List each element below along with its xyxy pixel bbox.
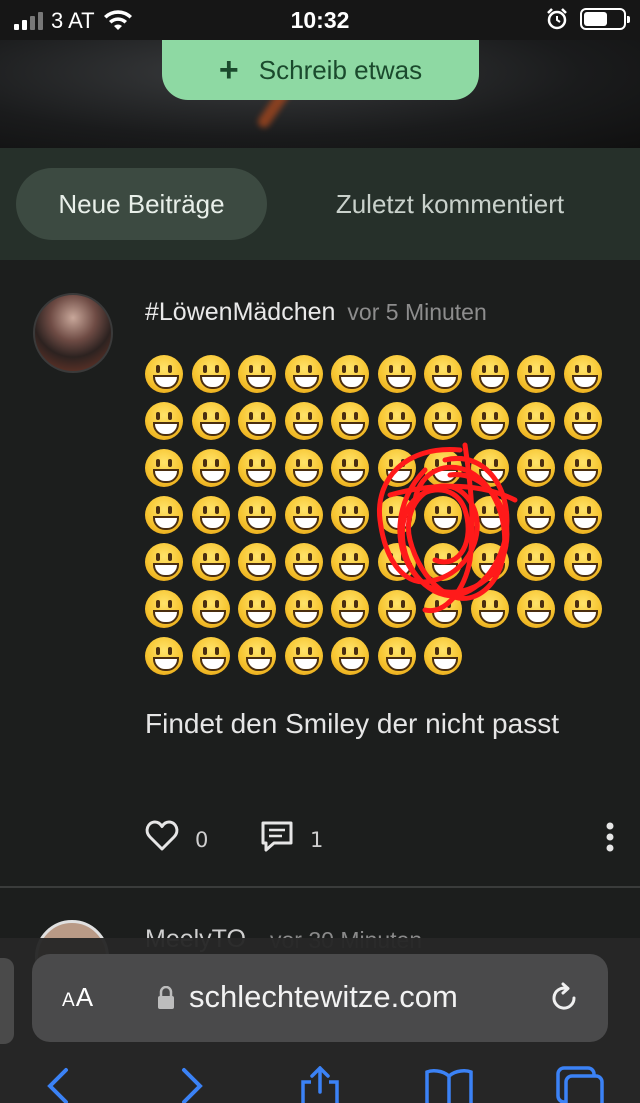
status-right xyxy=(546,8,630,30)
grinning-face-icon xyxy=(331,543,369,581)
status-bar: 3 AT 10:32 xyxy=(0,0,640,40)
grinning-face-icon xyxy=(563,543,602,581)
grinning-face-icon xyxy=(191,355,230,393)
grinning-face-icon xyxy=(284,449,323,487)
grinning-face-icon xyxy=(470,355,509,393)
grinning-face-icon xyxy=(331,496,369,534)
grinning-face-icon xyxy=(191,449,230,487)
grinning-face-icon xyxy=(191,637,230,675)
battery-icon xyxy=(580,8,630,30)
grinning-face-icon xyxy=(377,402,416,440)
lock-icon xyxy=(158,986,174,1009)
grinning-face-icon xyxy=(238,590,276,628)
grinning-face-icon xyxy=(191,543,230,581)
plus-icon: + xyxy=(218,51,239,89)
grinning-face-icon xyxy=(517,355,555,393)
emoji-row xyxy=(145,355,615,402)
grinning-face-icon xyxy=(563,355,602,393)
heart-icon[interactable] xyxy=(145,820,179,852)
grinning-face-icon xyxy=(331,402,369,440)
write-something-button[interactable]: + Schreib etwas xyxy=(162,40,479,100)
reload-icon[interactable] xyxy=(548,982,580,1014)
grinning-face-icon xyxy=(563,402,602,440)
emoji-row xyxy=(145,637,615,684)
grinning-face-icon xyxy=(145,496,183,534)
grinning-face-icon xyxy=(517,402,555,440)
post-actions: 0 1 xyxy=(145,820,615,856)
grinning-face-icon xyxy=(191,496,230,534)
grinning-face-icon xyxy=(284,496,323,534)
grinning-face-icon xyxy=(145,402,183,440)
grinning-face-icon xyxy=(145,590,183,628)
grinning-face-icon xyxy=(238,449,276,487)
grinning-face-icon xyxy=(470,402,509,440)
red-scribble-annotation xyxy=(376,442,518,614)
grinning-face-icon xyxy=(238,543,276,581)
grinning-face-icon xyxy=(424,402,462,440)
grinning-face-icon xyxy=(284,590,323,628)
tab-recently-commented[interactable]: Zuletzt kommentiert xyxy=(300,168,600,240)
tab-new-posts[interactable]: Neue Beiträge xyxy=(16,168,267,240)
grinning-face-icon xyxy=(145,637,183,675)
avatar[interactable] xyxy=(33,293,113,373)
clock: 10:32 xyxy=(290,7,350,33)
browser-nav-bar xyxy=(0,1066,640,1103)
grinning-face-icon xyxy=(238,355,276,393)
back-icon[interactable] xyxy=(44,1066,72,1103)
url-text: schlechtewitze.com xyxy=(189,979,458,1014)
grinning-face-icon xyxy=(424,637,462,675)
grinning-face-icon xyxy=(238,637,276,675)
forward-icon[interactable] xyxy=(178,1066,206,1103)
alarm-icon xyxy=(547,8,567,30)
browser-toolbar: AA schlechtewitze.com xyxy=(0,938,640,1103)
like-count: 0 xyxy=(195,828,209,852)
grinning-face-icon xyxy=(238,496,276,534)
grinning-face-icon xyxy=(191,590,230,628)
post-time: vor 5 Minuten xyxy=(347,299,487,325)
post-header: #LöwenMädchen vor 5 Minuten xyxy=(145,298,487,327)
reader-settings-button[interactable]: AA xyxy=(62,982,94,1013)
grinning-face-icon xyxy=(145,449,183,487)
more-options-icon[interactable] xyxy=(605,822,615,852)
grinning-face-icon xyxy=(284,402,323,440)
grinning-face-icon xyxy=(331,637,369,675)
comment-icon[interactable] xyxy=(260,820,294,854)
feed-tabs: Neue Beiträge Zuletzt kommentiert xyxy=(0,148,640,260)
grinning-face-icon xyxy=(424,355,462,393)
previous-tab-preview[interactable] xyxy=(0,958,14,1044)
tabs-icon[interactable] xyxy=(554,1066,604,1103)
post-divider xyxy=(0,886,640,888)
grinning-face-icon xyxy=(331,449,369,487)
post-username[interactable]: #LöwenMädchen xyxy=(145,298,335,327)
grinning-face-icon xyxy=(331,355,369,393)
grinning-face-icon xyxy=(331,590,369,628)
grinning-face-icon xyxy=(191,402,230,440)
grinning-face-icon xyxy=(563,496,602,534)
grinning-face-icon xyxy=(284,355,323,393)
address-bar[interactable]: AA schlechtewitze.com xyxy=(32,954,608,1042)
share-icon[interactable] xyxy=(299,1066,341,1103)
bookmarks-icon[interactable] xyxy=(424,1066,474,1103)
grinning-face-icon xyxy=(284,543,323,581)
write-something-label: Schreib etwas xyxy=(258,54,423,85)
grinning-face-icon xyxy=(145,543,183,581)
comment-count: 1 xyxy=(310,828,324,852)
grinning-face-icon xyxy=(563,590,602,628)
grinning-face-icon xyxy=(563,449,602,487)
grinning-face-icon xyxy=(377,637,416,675)
grinning-face-icon xyxy=(238,402,276,440)
grinning-face-icon xyxy=(284,637,323,675)
post-text: Findet den Smiley der nicht passt xyxy=(145,708,559,739)
grinning-face-icon xyxy=(145,355,183,393)
grinning-face-icon xyxy=(377,355,416,393)
